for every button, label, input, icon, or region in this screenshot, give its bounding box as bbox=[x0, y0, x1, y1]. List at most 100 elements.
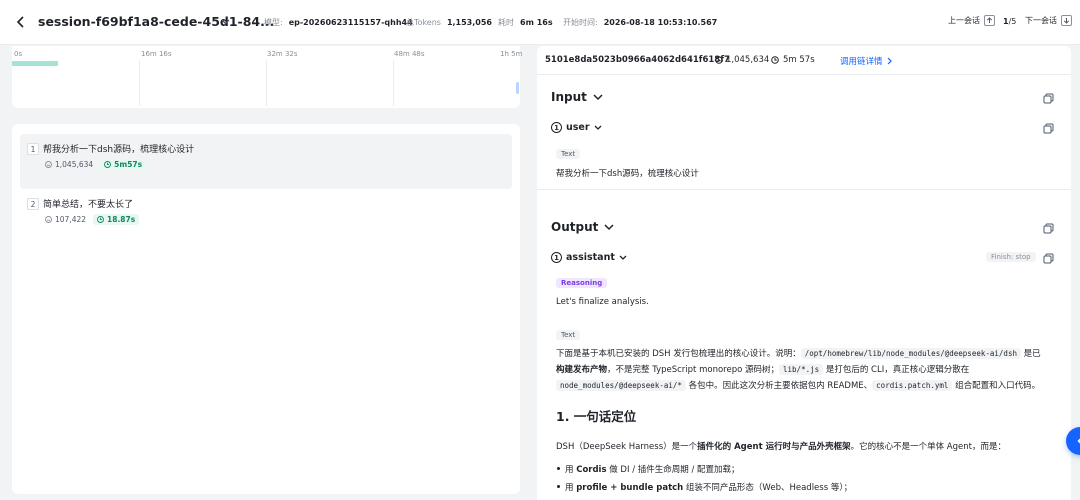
output-title: Output bbox=[551, 220, 599, 234]
input-section-toggle[interactable]: Input bbox=[551, 90, 603, 104]
trace-detail-link[interactable]: 调用链详情 bbox=[840, 55, 893, 67]
finish-reason-badge: Finish: stop bbox=[986, 252, 1036, 262]
copy-icon[interactable] bbox=[1043, 123, 1054, 134]
role-index: 1 bbox=[551, 252, 562, 263]
copy-icon[interactable] bbox=[1043, 223, 1054, 234]
inline-code: /opt/homebrew/lib/node_modules/@deepseek… bbox=[800, 348, 1021, 359]
trace-detail-label: 调用链详情 bbox=[840, 57, 883, 67]
turn-tokens: 1,045,634 bbox=[45, 160, 93, 169]
token-icon bbox=[45, 216, 52, 223]
summary-paragraph: DSH（DeepSeek Harness）是一个插件化的 Agent 运行时与产… bbox=[556, 440, 1006, 452]
timeline-panel: 0s 16m 16s 32m 32s 48m 48s 1h 5m bbox=[12, 46, 523, 108]
turn-index: 1 bbox=[27, 143, 39, 155]
timeline-tick: 16m 16s bbox=[141, 50, 172, 58]
duration-value: 6m 16s bbox=[520, 18, 553, 27]
output-section-toggle[interactable]: Output bbox=[551, 220, 614, 234]
start-value: 2026-08-18 10:53:10.567 bbox=[603, 18, 718, 27]
clock-icon bbox=[104, 161, 112, 168]
chevron-left-icon bbox=[1077, 438, 1080, 444]
chevron-down-icon bbox=[619, 255, 627, 260]
next-session-button[interactable]: 下一会话 bbox=[1025, 15, 1072, 26]
para-text: 组装不同产品形态（Web、Headless 等）； bbox=[683, 483, 853, 493]
detail-duration-value: 5m 57s bbox=[783, 55, 815, 65]
bullet-item: 用 Cordis 做 DI / 插件生命周期 / 配置加载； bbox=[556, 463, 740, 475]
copy-icon[interactable] bbox=[1043, 93, 1054, 104]
inline-code: lib/*.js bbox=[779, 364, 824, 375]
model-value: ep-20260623115157-qhh44 bbox=[288, 18, 413, 27]
section-divider bbox=[537, 189, 1071, 190]
timeline-gridline bbox=[139, 60, 140, 106]
para-bold: 构建发布产物 bbox=[556, 365, 608, 375]
detail-duration: 5m 57s bbox=[771, 55, 815, 65]
para-text: ，不是完整 TypeScript monorepo 源码树； bbox=[607, 365, 780, 375]
duration-meta: 耗时 6m 16s bbox=[498, 17, 553, 28]
turn-duration-value: 18.87s bbox=[107, 215, 136, 224]
bullet-dot bbox=[557, 467, 560, 470]
timeline-gridline bbox=[266, 60, 267, 106]
session-title: session-f69bf1a8-cede-45d1-84... bbox=[38, 14, 275, 29]
inline-code: node_modules/@deepseek-ai/* bbox=[556, 380, 686, 391]
turn-tokens-value: 1,045,634 bbox=[55, 160, 94, 169]
start-label: 开始时间: bbox=[563, 18, 598, 27]
para-text: 用 bbox=[565, 465, 577, 475]
copy-icon[interactable] bbox=[1043, 253, 1054, 264]
inline-code: cordis.patch.yml bbox=[872, 380, 953, 391]
prev-session-label: 上一会话 bbox=[948, 16, 980, 25]
content-type-chip: Text bbox=[556, 330, 581, 340]
para-bold: Cordis bbox=[576, 465, 607, 475]
turn-stats: 107,422 18.87s bbox=[45, 214, 140, 225]
tokens-value: 1,153,056 bbox=[446, 18, 492, 27]
token-icon bbox=[715, 56, 723, 64]
arrow-down-icon bbox=[1061, 15, 1072, 26]
content-type-chip: Text bbox=[556, 149, 581, 159]
timeline-scrollbar[interactable] bbox=[516, 82, 519, 94]
detail-header: 5101e8da5023b0966a4062d641f618f7 1,045,6… bbox=[537, 46, 1071, 75]
turn-question: 帮我分析一下dsh源码，梳理核心设计 bbox=[43, 145, 195, 155]
trace-id: 5101e8da5023b0966a4062d641f618f7 bbox=[545, 55, 730, 65]
list-item[interactable]: 1 帮我分析一下dsh源码，梳理核心设计 1,045,634 5m57s bbox=[20, 134, 512, 189]
para-bold: profile + bundle patch bbox=[576, 483, 684, 493]
output-role: assistant bbox=[566, 252, 615, 263]
chevron-down-icon bbox=[221, 19, 229, 25]
conversation-list: 1 帮我分析一下dsh源码，梳理核心设计 1,045,634 5m57s 2 简… bbox=[12, 124, 520, 494]
chevron-down-icon bbox=[593, 93, 603, 100]
token-icon bbox=[45, 161, 52, 168]
prev-session-button[interactable]: 上一会话 bbox=[948, 15, 995, 26]
section-heading: 1. 一句话定位 bbox=[556, 409, 637, 424]
chevron-right-icon bbox=[887, 57, 892, 65]
timeline-tick: 32m 32s bbox=[267, 50, 298, 58]
detail-tokens-value: 1,045,634 bbox=[726, 55, 770, 65]
timeline-span-bar[interactable] bbox=[12, 61, 58, 66]
turn-index: 2 bbox=[27, 198, 39, 210]
chevron-down-icon bbox=[604, 223, 614, 230]
input-role-toggle[interactable]: 1 user bbox=[551, 122, 602, 133]
duration-label: 耗时 bbox=[498, 18, 514, 27]
turn-tokens: 107,422 bbox=[45, 215, 86, 224]
timeline-tick: 48m 48s bbox=[394, 50, 425, 58]
timeline-gridline bbox=[393, 60, 394, 106]
para-text: 下面是基于本机已安装的 DSH 发行包梳理出的核心设计。说明： bbox=[556, 349, 801, 359]
turn-tokens-value: 107,422 bbox=[55, 215, 87, 224]
model-label: 模型: bbox=[264, 18, 283, 27]
para-text: 是已 bbox=[1020, 349, 1041, 359]
turn-duration-badge: 18.87s bbox=[93, 214, 140, 225]
session-pagination: 1/5 bbox=[1003, 17, 1016, 26]
output-role-toggle[interactable]: 1 assistant bbox=[551, 252, 627, 263]
tokens-meta: 总Tokens 1,153,056 bbox=[406, 17, 492, 28]
session-title-dropdown[interactable] bbox=[218, 15, 232, 29]
turn-detail-panel: 5101e8da5023b0966a4062d641f618f7 1,045,6… bbox=[537, 46, 1071, 500]
bullet-item: 用 profile + bundle patch 组装不同产品形态（Web、He… bbox=[556, 481, 852, 493]
model-meta: 模型: ep-20260623115157-qhh44 bbox=[264, 17, 413, 28]
start-meta: 开始时间: 2026-08-18 10:53:10.567 bbox=[563, 17, 717, 28]
input-text: 帮我分析一下dsh源码，梳理核心设计 bbox=[556, 169, 699, 179]
turn-duration-badge: 5m57s bbox=[100, 159, 147, 170]
para-bold: 插件化的 Agent 运行时与产品外壳框架 bbox=[697, 442, 851, 452]
detail-tokens: 1,045,634 bbox=[715, 55, 769, 65]
para-text: 是打包后的 CLI，真正核心逻辑分散在 bbox=[823, 365, 970, 375]
bullet-dot bbox=[557, 485, 560, 488]
para-text: 组合配置和入口代码。 bbox=[952, 381, 1041, 391]
back-button[interactable] bbox=[12, 13, 30, 31]
timeline-tick: 1h 5m bbox=[500, 50, 523, 58]
list-item[interactable]: 2 简单总结，不要太长了 107,422 18.87s bbox=[20, 189, 512, 234]
para-text: 做 DI / 插件生命周期 / 配置加载； bbox=[606, 465, 740, 475]
